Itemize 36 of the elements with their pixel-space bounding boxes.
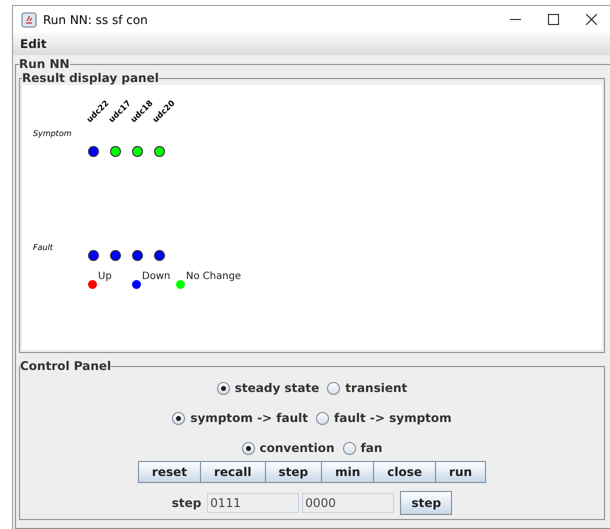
menu-item[interactable]: Edit (19, 35, 48, 53)
legend-label: Down (142, 270, 170, 284)
input-field[interactable]: 0000 (302, 493, 394, 513)
action-button[interactable]: close (373, 461, 436, 483)
radio-button[interactable] (242, 442, 255, 454)
action-button[interactable]: recall (200, 461, 266, 483)
panel-title: Result display panel (22, 71, 159, 85)
action-button[interactable]: min (321, 461, 374, 483)
radio-option[interactable]: steady state (216, 379, 320, 397)
close-icon (586, 14, 596, 25)
radio-button[interactable] (342, 442, 356, 454)
step-button[interactable]: step (400, 491, 452, 515)
app-icon (21, 12, 37, 28)
legend-label: No Change (186, 270, 242, 284)
minimize-icon (510, 18, 520, 20)
action-button[interactable]: step (264, 461, 322, 483)
radio-option[interactable]: transient (327, 379, 408, 397)
panel-title: Run NN (19, 57, 70, 71)
radio-option[interactable]: fault -> symptom (316, 409, 452, 427)
radio-option[interactable]: fan (342, 439, 382, 457)
radio-option[interactable]: symptom -> fault (172, 409, 308, 427)
radio-button[interactable] (327, 382, 340, 394)
action-button[interactable]: run (435, 461, 486, 483)
panel-title: Control Panel (20, 359, 112, 373)
window-title: Run NN: ss sf con (43, 12, 148, 28)
maximize-icon (548, 14, 558, 25)
symptom-label: Symptom (33, 128, 72, 140)
radio-button[interactable] (316, 412, 329, 424)
radio-option[interactable]: convention (242, 439, 335, 457)
action-button[interactable]: reset (138, 461, 201, 483)
radio-button[interactable] (216, 382, 230, 394)
legend-label: Up (98, 270, 112, 284)
fault-label: Fault (33, 242, 53, 254)
input-field[interactable]: 0111 (207, 493, 300, 513)
radio-button[interactable] (172, 412, 186, 424)
step-label: step (172, 495, 202, 512)
